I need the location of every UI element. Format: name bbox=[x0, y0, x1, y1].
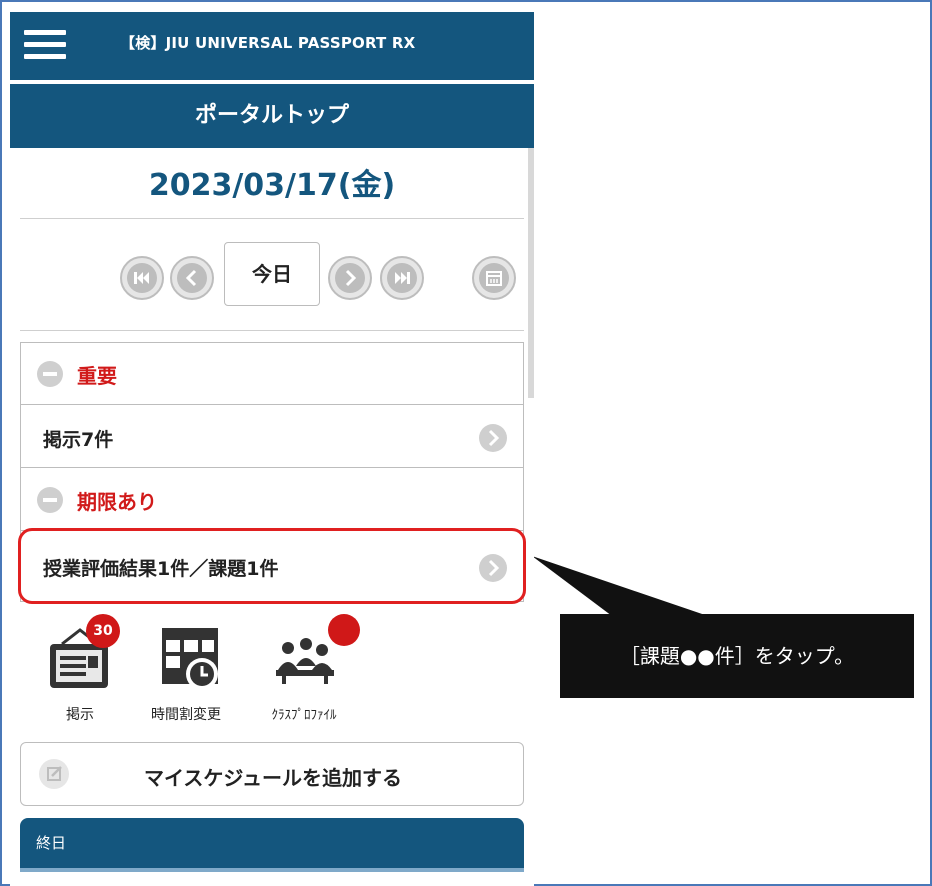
calendar-button[interactable] bbox=[472, 256, 516, 300]
section-label-important: 重要 bbox=[77, 364, 117, 388]
shortcut-label: 掲示 bbox=[66, 707, 94, 723]
today-button[interactable]: 今日 bbox=[224, 242, 320, 306]
last-page-button[interactable] bbox=[380, 256, 424, 300]
divider bbox=[20, 330, 524, 331]
section-header-important[interactable]: 重要 bbox=[21, 343, 523, 405]
collapse-icon bbox=[37, 487, 63, 513]
chevron-right-icon bbox=[479, 424, 507, 452]
next-day-button[interactable] bbox=[328, 256, 372, 300]
section-header-deadline[interactable]: 期限あり bbox=[21, 469, 523, 531]
notification-badge: 30 bbox=[86, 614, 120, 648]
all-day-section-header: 終日 bbox=[20, 818, 524, 872]
instruction-callout: ［課題●●件］をタップ。 bbox=[560, 614, 914, 698]
list-item-assignments[interactable]: 授業評価結果1件／課題1件 bbox=[21, 532, 523, 600]
shortcut-label: ｸﾗｽﾌﾟﾛﾌｧｲﾙ bbox=[271, 708, 337, 723]
current-date: 2023/03/17(金) bbox=[148, 168, 396, 203]
app-header: 【検】JIU UNIVERSAL PASSPORT RX bbox=[10, 12, 534, 80]
section-label-deadline: 期限あり bbox=[77, 490, 157, 514]
list-item-label: 掲示7件 bbox=[43, 429, 114, 451]
chevron-right-icon bbox=[335, 263, 365, 293]
collapse-icon bbox=[37, 361, 63, 387]
shortcut-icons: 30 掲示 時間割変更 ｸﾗｽﾌﾟﾛﾌｧｲﾙ bbox=[10, 612, 534, 742]
add-schedule-label: マイスケジュールを追加する bbox=[144, 766, 402, 790]
list-item-notices[interactable]: 掲示7件 bbox=[21, 406, 523, 468]
date-navigation: 今日 bbox=[10, 240, 534, 306]
phone-screen: 【検】JIU UNIVERSAL PASSPORT RX ポータルトップ 202… bbox=[10, 12, 534, 886]
skip-forward-icon bbox=[387, 263, 417, 293]
app-title: 【検】JIU UNIVERSAL PASSPORT RX bbox=[120, 34, 416, 52]
callout-text: ［課題●●件］をタップ。 bbox=[619, 644, 855, 668]
list-item-label: 授業評価結果1件／課題1件 bbox=[43, 558, 279, 580]
page-title: ポータルトップ bbox=[10, 84, 534, 148]
shortcut-label: 時間割変更 bbox=[151, 707, 221, 723]
chevron-right-icon bbox=[479, 554, 507, 582]
add-my-schedule-button[interactable]: マイスケジュールを追加する bbox=[20, 742, 524, 806]
first-page-button[interactable] bbox=[120, 256, 164, 300]
prev-day-button[interactable] bbox=[170, 256, 214, 300]
skip-back-icon bbox=[127, 263, 157, 293]
chevron-left-icon bbox=[177, 263, 207, 293]
hamburger-menu-icon[interactable] bbox=[24, 28, 68, 62]
divider bbox=[20, 218, 524, 219]
divider bbox=[20, 868, 524, 872]
timetable-clock-icon bbox=[162, 628, 218, 690]
notification-list: 重要 掲示7件 期限あり 授業評価結果1件／課題1件 bbox=[20, 342, 524, 602]
all-day-label: 終日 bbox=[36, 834, 67, 852]
notification-dot bbox=[328, 614, 360, 646]
calendar-icon bbox=[479, 263, 509, 293]
